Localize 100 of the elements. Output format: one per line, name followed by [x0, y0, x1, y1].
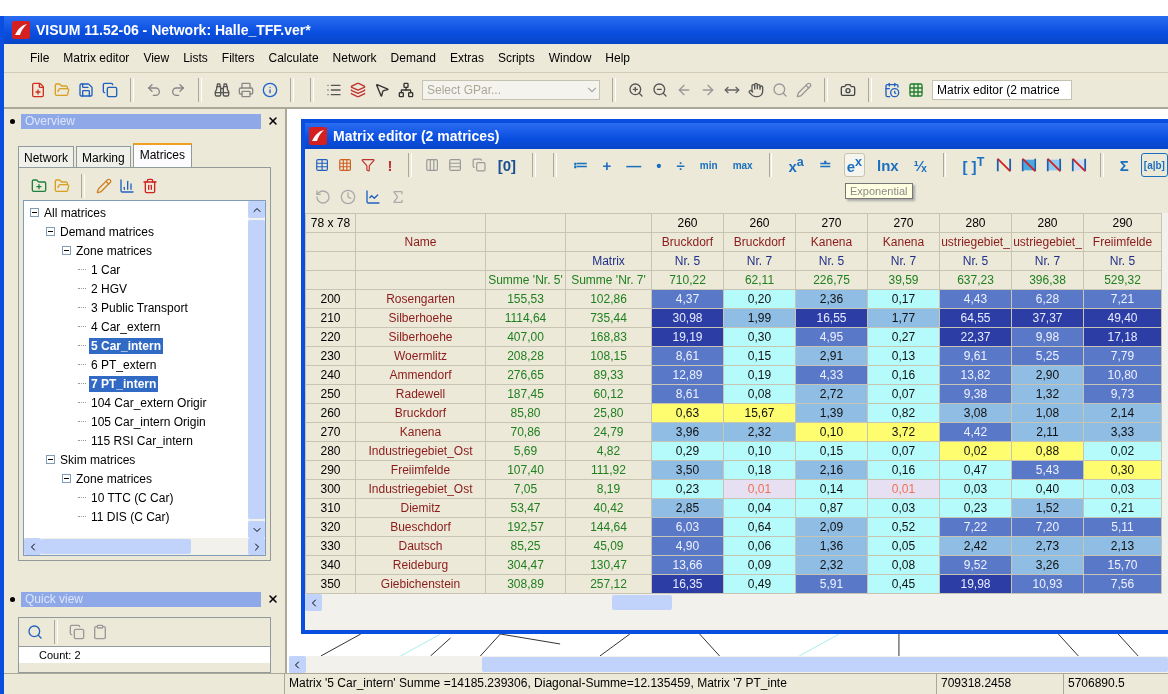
function-button[interactable]: ¹⁄ₓ [910, 153, 930, 177]
tree-item[interactable]: 105 Car_intern Origin [89, 413, 208, 430]
search-icon[interactable] [772, 82, 788, 98]
scrollbar-thumb[interactable] [482, 657, 1168, 672]
tree-item[interactable]: Demand matrices [58, 223, 157, 240]
tree-item[interactable]: 6 PT_extern [89, 356, 159, 373]
collapse-icon[interactable] [62, 246, 71, 255]
paste-icon[interactable] [92, 624, 108, 640]
tree-item[interactable]: 104 Car_extern Origir [89, 394, 209, 411]
tree-item[interactable]: All matrices [42, 204, 108, 221]
collapse-icon[interactable] [46, 455, 55, 464]
diagonal-matrix-icon[interactable] [1021, 156, 1038, 174]
operator-button[interactable]: • [653, 153, 665, 177]
grid-icon[interactable] [908, 82, 924, 98]
rows-icon[interactable] [448, 157, 463, 173]
scrollbar[interactable] [24, 538, 265, 555]
operator-button[interactable]: min [696, 153, 721, 177]
function-button[interactable]: e$^{x}$ [843, 153, 865, 177]
function-button[interactable]: ≐ [815, 153, 835, 177]
diagonal-icon[interactable] [996, 156, 1013, 174]
zero-button[interactable]: [0] [494, 153, 520, 177]
save-icon[interactable] [78, 82, 94, 98]
calendar-clock-icon[interactable] [884, 82, 900, 98]
function-button[interactable]: lnx [874, 153, 902, 177]
collapse-icon[interactable] [62, 474, 71, 483]
sigma-icon[interactable] [390, 189, 406, 205]
operator-button[interactable]: ÷ [673, 153, 688, 177]
transpose-button[interactable]: [ ]$^{T}$ [959, 153, 988, 177]
tree-item[interactable]: Skim matrices [58, 451, 138, 468]
menu-item[interactable]: Window [548, 51, 592, 65]
menu-item[interactable]: File [30, 51, 50, 65]
tab[interactable]: Network [18, 146, 74, 167]
exclamation-button[interactable]: ! [384, 153, 396, 177]
tree-item[interactable]: 10 TTC (C Car) [89, 489, 176, 506]
tree-item[interactable]: 115 RSI Car_intern [89, 432, 195, 449]
tree-item[interactable]: Zone matrices [74, 470, 155, 487]
clock-icon[interactable] [340, 189, 356, 205]
copy-icon[interactable] [102, 82, 118, 98]
scrollbar-thumb[interactable] [41, 539, 191, 554]
folder-icon[interactable] [54, 178, 70, 194]
collapse-icon[interactable] [46, 227, 55, 236]
undo-icon[interactable] [146, 82, 162, 98]
menu-item[interactable]: Network [332, 51, 377, 65]
zoom-in-icon[interactable] [628, 82, 644, 98]
copy-icon[interactable] [471, 157, 486, 173]
refresh-icon[interactable] [315, 189, 331, 205]
tree-item[interactable]: 3 Public Transport [89, 299, 190, 316]
table-icon[interactable] [315, 157, 330, 173]
tab[interactable]: Matrices [132, 143, 193, 167]
menu-item[interactable]: Matrix editor [63, 51, 130, 65]
sum-button[interactable]: Σ [1116, 153, 1132, 177]
new-file-icon[interactable] [30, 82, 46, 98]
concat-button[interactable]: [a|b] [1140, 153, 1168, 177]
camera-icon[interactable] [840, 82, 856, 98]
close-icon[interactable] [267, 115, 279, 127]
menu-item[interactable]: Scripts [497, 51, 535, 65]
collapse-icon[interactable] [30, 208, 39, 217]
search-icon[interactable] [27, 624, 43, 640]
diagonal-fill-icon[interactable] [1046, 156, 1063, 174]
menu-item[interactable]: Calculate [268, 51, 319, 65]
pencil-icon[interactable] [796, 82, 812, 98]
add-folder-icon[interactable] [31, 178, 47, 194]
diagonal-cross-icon[interactable] [1071, 156, 1087, 174]
filter-icon[interactable] [361, 157, 376, 173]
scrollbar[interactable] [289, 656, 1168, 673]
folder-icon[interactable] [54, 82, 70, 98]
tree-item[interactable]: Zone matrices [74, 242, 155, 259]
tree-item[interactable]: 5 Car_intern [89, 337, 164, 354]
cursor-icon[interactable] [374, 82, 390, 98]
list-icon[interactable] [326, 82, 342, 98]
window-select[interactable]: Matrix editor (2 matrice [932, 80, 1072, 100]
operator-button[interactable]: ≔ [569, 153, 591, 177]
tree-item[interactable]: 11 DIS (C Car) [89, 508, 172, 525]
tab[interactable]: Marking [76, 146, 131, 167]
function-button[interactable]: x$^{a}$ [785, 153, 807, 177]
redo-icon[interactable] [170, 82, 186, 98]
operator-button[interactable]: max [729, 153, 756, 177]
columns-icon[interactable] [425, 157, 440, 173]
info-icon[interactable] [262, 82, 278, 98]
menu-item[interactable]: View [143, 51, 170, 65]
delete-icon[interactable] [142, 178, 158, 194]
operator-button[interactable]: — [623, 153, 645, 177]
grid-icon[interactable] [338, 157, 353, 173]
printer-icon[interactable] [238, 82, 254, 98]
tree-item[interactable]: 7 PT_intern [89, 375, 159, 392]
menu-item[interactable]: Lists [183, 51, 208, 65]
tree-item[interactable]: 4 Car_extern [89, 318, 163, 335]
layers-icon[interactable] [350, 82, 366, 98]
close-icon[interactable] [267, 593, 279, 605]
menu-item[interactable]: Filters [221, 51, 255, 65]
binoculars-icon[interactable] [214, 82, 230, 98]
menu-item[interactable]: Demand [390, 51, 436, 65]
chart-icon[interactable] [119, 178, 135, 194]
edit-icon[interactable] [96, 178, 112, 194]
copy-icon[interactable] [69, 624, 85, 640]
zoom-out-icon[interactable] [652, 82, 668, 98]
menu-item[interactable]: Help [605, 51, 630, 65]
chart-icon[interactable] [365, 189, 381, 205]
network-icon[interactable] [398, 82, 414, 98]
menu-item[interactable]: Extras [449, 51, 484, 65]
